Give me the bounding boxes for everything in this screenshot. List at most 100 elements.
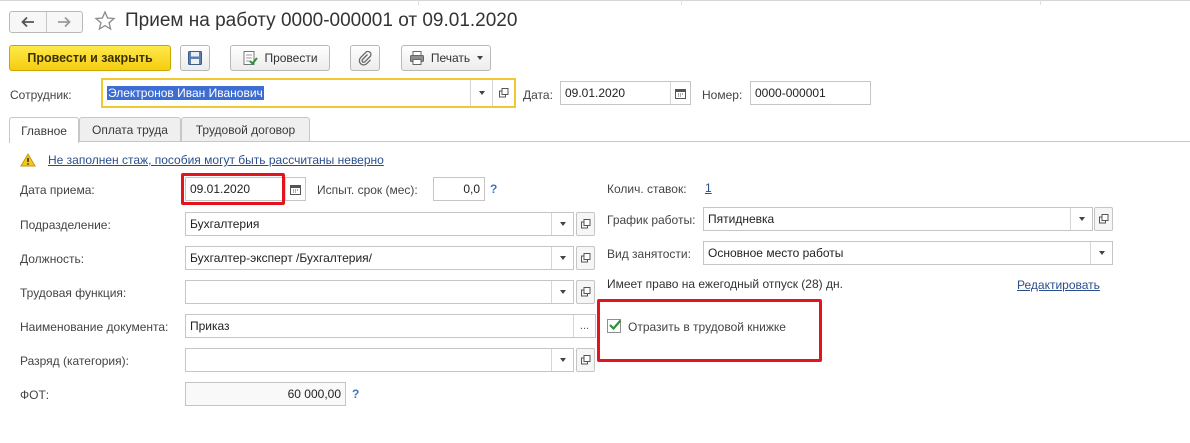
chevron-down-icon [559,358,566,362]
department-field[interactable]: Бухгалтерия [185,212,574,236]
arrow-right-icon [58,16,72,28]
header-separator [1040,0,1041,5]
schedule-open-button[interactable] [1094,207,1113,231]
employment-type-dropdown-button[interactable] [1090,242,1112,264]
tab-labor-contract[interactable]: Трудовой договор [181,117,310,142]
tab-payment[interactable]: Оплата труда [79,117,181,142]
department-value: Бухгалтерия [190,217,260,231]
open-link-icon [580,253,590,263]
department-open-button[interactable] [576,212,595,236]
employment-type-label: Вид занятости: [607,247,691,261]
forward-button[interactable] [45,12,82,32]
paperclip-icon [358,50,372,66]
labor-function-dropdown-button[interactable] [551,281,573,303]
edit-vacation-link[interactable]: Редактировать [1017,278,1100,292]
schedule-field[interactable]: Пятидневка [703,207,1093,231]
schedule-dropdown-button[interactable] [1070,208,1092,230]
document-name-label: Наименование документа: [20,320,169,334]
chevron-down-icon [559,256,566,260]
date-field[interactable]: 09.01.2020 [560,81,691,105]
back-button[interactable] [10,12,46,32]
employee-dropdown-button[interactable] [470,80,492,106]
rates-label: Колич. ставок: [607,182,687,196]
window-top-border [0,0,1190,1]
save-button[interactable] [180,45,210,71]
open-link-icon [580,355,590,365]
probation-value: 0,0 [463,182,480,196]
header-separator [681,0,682,5]
vacation-entitlement-text: Имеет право на ежегодный отпуск (28) дн. [607,277,843,291]
calendar-icon [675,88,686,99]
grade-field[interactable] [185,348,574,372]
document-name-value: Приказ [190,319,230,333]
employment-type-value: Основное место работы [708,246,844,260]
post-and-close-button[interactable]: Провести и закрыть [9,45,171,71]
number-label: Номер: [702,88,743,102]
chevron-down-icon [477,56,484,60]
position-value: Бухгалтер-эксперт /Бухгалтерия/ [190,251,373,265]
tab-main[interactable]: Главное [9,117,79,143]
hire-date-calendar-button[interactable] [285,178,305,200]
chevron-down-icon [1078,217,1085,221]
arrow-left-icon [21,16,34,28]
warning-icon [20,153,36,170]
date-value: 09.01.2020 [565,86,626,100]
chevron-down-icon [478,91,485,95]
fot-label: ФОТ: [20,388,50,402]
number-value: 0000-000001 [755,86,826,100]
reflect-checkbox[interactable] [607,319,622,333]
post-document-icon [243,51,259,65]
labor-function-label: Трудовая функция: [20,286,127,300]
calendar-button[interactable] [670,82,690,104]
floppy-disk-icon [188,51,202,65]
labor-function-open-button[interactable] [576,280,595,304]
position-field[interactable]: Бухгалтер-эксперт /Бухгалтерия/ [185,246,574,270]
post-button-label: Провести [264,51,318,65]
fot-field: 60 000,00 [185,382,346,406]
employee-open-button[interactable] [492,80,514,106]
probation-help-icon[interactable]: ? [490,182,497,196]
printer-icon [409,51,424,65]
document-name-select-button[interactable]: ... [573,315,595,337]
fot-help-icon[interactable]: ? [352,387,359,401]
attach-button[interactable] [350,45,380,71]
open-link-icon [1098,214,1108,224]
grade-dropdown-button[interactable] [551,349,573,371]
employee-label: Сотрудник: [10,88,72,102]
page-title: Прием на работу 0000-000001 от 09.01.202… [125,10,518,31]
employment-type-field[interactable]: Основное место работы [703,241,1113,265]
position-label: Должность: [20,252,85,266]
print-button-label: Печать [430,51,471,65]
date-label: Дата: [523,88,553,102]
print-button[interactable]: Печать [401,45,491,71]
employee-value: Электронов Иван Иванович [107,86,264,100]
favorite-star-icon[interactable] [94,10,116,32]
probation-label: Испыт. срок (мес): [317,183,418,197]
probation-field[interactable]: 0,0 [433,177,485,201]
number-field[interactable]: 0000-000001 [750,81,871,105]
document-name-field[interactable]: Приказ ... [185,314,596,338]
position-open-button[interactable] [576,246,595,270]
grade-open-button[interactable] [576,348,595,372]
chevron-down-icon [1098,251,1105,255]
employee-field[interactable]: Электронов Иван Иванович [101,78,516,108]
chevron-down-icon [559,290,566,294]
hire-date-highlight [181,173,285,205]
department-label: Подразделение: [20,218,111,232]
tab-baseline [9,141,1190,142]
schedule-value: Пятидневка [708,212,775,226]
grade-label: Разряд (категория): [20,354,129,368]
calendar-icon [290,184,301,195]
post-button[interactable]: Провести [230,45,330,71]
position-dropdown-button[interactable] [551,247,573,269]
warning-link[interactable]: Не заполнен стаж, пособия могут быть рас… [48,153,384,167]
department-dropdown-button[interactable] [551,213,573,235]
header-separator [418,0,419,5]
labor-function-field[interactable] [185,280,574,304]
reflect-label[interactable]: Отразить в трудовой книжке [628,320,786,334]
chevron-down-icon [559,222,566,226]
open-link-icon [580,287,590,297]
rates-link[interactable]: 1 [705,181,712,195]
hire-date-label: Дата приема: [20,183,95,197]
open-link-icon [498,88,508,98]
